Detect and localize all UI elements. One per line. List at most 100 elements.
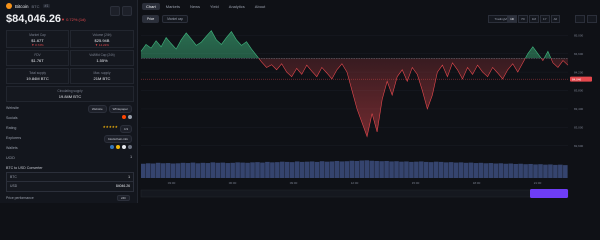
x-tick-label: 03:00 xyxy=(168,181,176,185)
volume-bar xyxy=(419,161,424,178)
coin-name: Bitcoin xyxy=(15,3,29,9)
y-tick-label: 83,000 xyxy=(574,126,584,130)
x-tick-label: 21:00 xyxy=(534,181,542,185)
info-label: Socials xyxy=(6,116,18,120)
volume-bar xyxy=(538,164,543,178)
whitepaper-chip[interactable]: Whitepaper xyxy=(108,105,132,113)
y-tick-label: 82,600 xyxy=(574,144,584,148)
converter-from-value[interactable]: 1 xyxy=(128,175,130,179)
converter-from-label: BTC xyxy=(10,175,17,179)
volume-bar xyxy=(354,160,360,178)
stat-label: FDV xyxy=(34,53,41,57)
volume-bar xyxy=(250,162,255,178)
volume-bar xyxy=(508,163,513,178)
volume-bar xyxy=(235,162,240,178)
price-performance-label: Price performance xyxy=(6,196,34,200)
volume-bar xyxy=(399,161,404,178)
stat-label: Total supply xyxy=(29,71,46,75)
navigator-handle xyxy=(530,189,568,198)
info-row-explorers: Explorers blockchain.info xyxy=(6,135,132,143)
volume-bar xyxy=(533,164,538,178)
stat-label: Vol/Mkt Cap (24h) xyxy=(89,53,115,57)
volume-bar xyxy=(458,162,464,178)
volume-bar xyxy=(175,163,181,178)
volume-bar xyxy=(433,161,439,178)
volume-bar xyxy=(255,162,260,178)
volume-bar xyxy=(294,161,300,178)
x-tick-label: 06:00 xyxy=(229,181,237,185)
volume-bar xyxy=(448,162,454,178)
volume-bar xyxy=(409,161,414,178)
volume-bar xyxy=(483,163,489,178)
x-tick-label: 18:00 xyxy=(473,181,481,185)
volume-bar xyxy=(180,162,186,178)
info-row-rating: Rating ★★★★★ 4.9 xyxy=(6,125,132,133)
volume-bar xyxy=(478,162,484,178)
coin-rank-badge: #1 xyxy=(42,4,51,8)
coin-header: Bitcoin BTC #1 xyxy=(6,3,51,9)
volume-bar xyxy=(284,161,290,178)
volume-bar xyxy=(225,163,230,178)
wallet-icon[interactable] xyxy=(110,145,114,149)
volume-bar xyxy=(493,163,499,178)
converter-to-field[interactable]: USD 84046.26 xyxy=(6,181,134,192)
wallet-icon[interactable] xyxy=(122,145,126,149)
performance-range-button[interactable]: 24h xyxy=(117,195,131,201)
volume-bar xyxy=(349,160,355,178)
volume-bar xyxy=(548,164,553,178)
wallet-icon[interactable] xyxy=(128,145,132,149)
stat-sub: ▼ 14.22% xyxy=(95,43,109,47)
info-label: UCID xyxy=(6,156,15,160)
volume-bar xyxy=(245,162,250,178)
volume-bar xyxy=(324,161,330,178)
volume-bar xyxy=(498,163,504,178)
volume-bar xyxy=(518,163,523,178)
volume-bar xyxy=(364,160,369,178)
volume-bar xyxy=(553,164,558,178)
price-chart[interactable]: 85,000 84,600 84,200 83,800 83,400 83,000 82,6… xyxy=(138,0,600,203)
volume-bar xyxy=(270,162,275,178)
current-price-label: 84,046 xyxy=(572,77,582,81)
volume-bar xyxy=(185,163,191,178)
reddit-icon[interactable] xyxy=(122,115,126,119)
stat-label: Volume (24h) xyxy=(92,33,112,37)
x-tick-label: 09:00 xyxy=(290,181,298,185)
volume-bar xyxy=(309,161,315,178)
website-chip[interactable]: Website xyxy=(87,105,107,113)
volume-bar xyxy=(200,162,206,178)
volume-bar xyxy=(210,162,216,178)
volume-bar xyxy=(170,163,176,178)
volume-bar xyxy=(414,161,419,178)
github-icon[interactable] xyxy=(128,115,132,119)
coin-sidebar: Bitcoin BTC #1 $84,046.26 ▼ 0.72% (1d) M… xyxy=(0,0,138,203)
chart-panel: Chart Markets News Yield Analytics About… xyxy=(138,0,600,203)
stat-value: 19.84M BTC xyxy=(26,76,49,81)
volume-bar xyxy=(558,164,563,178)
x-tick-label: 12:00 xyxy=(351,181,359,185)
volume-bar xyxy=(240,162,245,178)
wallet-icon[interactable] xyxy=(116,145,120,149)
volume-bar xyxy=(523,164,528,178)
info-row-wallets: Wallets xyxy=(6,145,132,153)
price-change: ▼ 0.72% (1d) xyxy=(61,17,86,22)
stat-value: 21M BTC xyxy=(93,76,111,81)
volume-bar xyxy=(563,165,568,178)
volume-bar xyxy=(339,161,345,178)
info-label: Website xyxy=(6,106,19,110)
volume-bar xyxy=(165,163,171,178)
volume-bar xyxy=(473,163,479,178)
converter-to-value[interactable]: 84046.26 xyxy=(116,184,130,188)
ucid-value: 1 xyxy=(130,155,132,159)
volume-bar xyxy=(369,160,374,178)
volume-bar xyxy=(265,161,270,178)
explorer-select[interactable]: blockchain.info xyxy=(104,135,132,143)
star-icon[interactable] xyxy=(122,6,132,16)
volume-bar xyxy=(384,160,389,178)
volume-bar xyxy=(463,162,469,178)
y-tick-label: 83,800 xyxy=(574,89,584,93)
volume-bar xyxy=(443,162,449,178)
share-icon[interactable] xyxy=(110,6,120,16)
volume-bar xyxy=(215,162,221,178)
coin-price: $84,046.26 xyxy=(6,13,62,25)
volume-bar xyxy=(359,160,365,178)
